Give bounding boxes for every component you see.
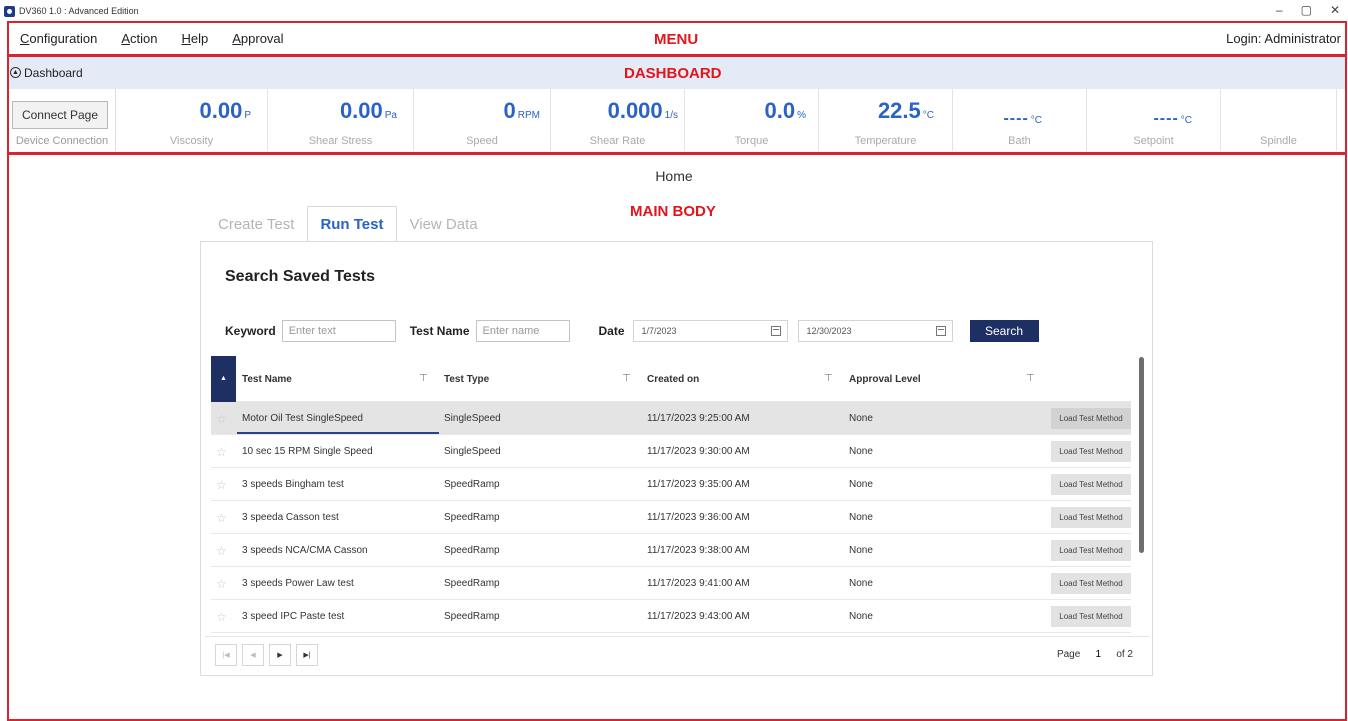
maximize-icon[interactable]: ▢ xyxy=(1301,3,1312,17)
window-title: DV360 1.0 : Advanced Edition xyxy=(19,6,139,16)
app-logo-icon xyxy=(4,5,15,17)
menu-annotation-label: MENU xyxy=(654,31,699,48)
main-body-annotation-label: MAIN BODY xyxy=(630,203,716,220)
dashboard-annotation-label: DASHBOARD xyxy=(624,65,722,82)
minimize-icon[interactable]: – xyxy=(1276,3,1283,17)
title-bar: DV360 1.0 : Advanced Edition – ▢ ✕ xyxy=(0,0,1348,22)
window-controls: – ▢ ✕ xyxy=(1276,3,1340,17)
close-icon[interactable]: ✕ xyxy=(1330,3,1340,17)
main-body-annotation-frame xyxy=(7,153,1347,721)
